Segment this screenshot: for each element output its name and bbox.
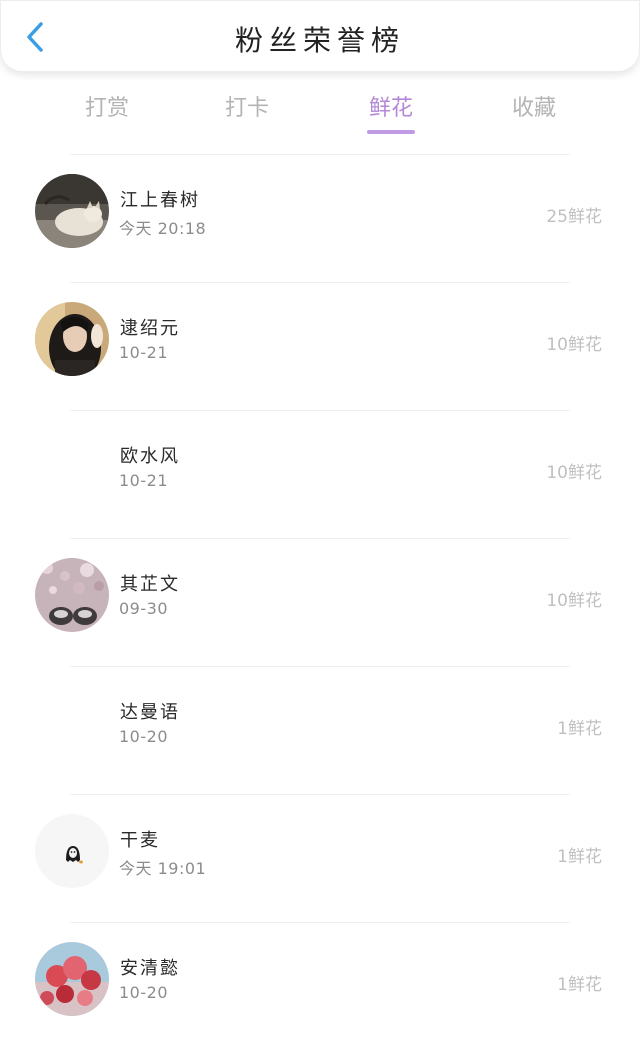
tab-checkin[interactable]: 打卡 [187, 90, 307, 122]
fan-name: 欧水风 [120, 446, 180, 467]
fan-name: 安清懿 [120, 958, 180, 979]
top-navigation-bar: 粉丝荣誉榜 [0, 0, 640, 72]
page-title: 粉丝荣誉榜 [234, 24, 405, 57]
cat-photo-image [35, 174, 109, 248]
balloons-photo-image [35, 942, 109, 1016]
fan-time: 10-21 [119, 471, 168, 490]
tab-flowers[interactable]: 鲜花 [331, 90, 451, 134]
list-item[interactable]: 逮绍元 10-21 10鲜花 [0, 282, 640, 410]
tab-tip[interactable]: 打赏 [47, 90, 167, 122]
fan-name: 逮绍元 [120, 318, 180, 339]
fan-name: 江上春树 [120, 190, 200, 211]
fan-time: 10-20 [119, 727, 168, 746]
fan-name: 其芷文 [120, 574, 180, 595]
avatar [35, 174, 109, 248]
tab-label: 鲜花 [368, 96, 413, 121]
avatar [35, 942, 109, 1016]
list-item[interactable]: 达曼语 10-20 1鲜花 [0, 666, 640, 794]
list-item[interactable]: 干麦 今天 19:01 1鲜花 [0, 794, 640, 922]
fan-name: 达曼语 [120, 702, 180, 723]
fan-time: 今天 20:18 [119, 219, 207, 238]
fan-time: 10-20 [119, 983, 168, 1002]
list-item[interactable]: 欧水风 10-21 10鲜花 [0, 410, 640, 538]
fan-time: 09-30 [119, 599, 168, 618]
tab-bar: 打赏 打卡 鲜花 收藏 [0, 82, 640, 142]
tab-label: 打卡 [224, 96, 269, 121]
list-item[interactable]: 安清懿 10-20 1鲜花 [0, 922, 640, 1050]
avatar [35, 302, 109, 376]
list-item[interactable]: 其芷文 09-30 10鲜花 [0, 538, 640, 666]
list-item[interactable]: 江上春树 今天 20:18 25鲜花 [0, 154, 640, 282]
blossom-shoes-photo-image [35, 558, 109, 632]
woman-photo-image [35, 302, 109, 376]
flower-count: 1鲜花 [557, 975, 602, 995]
avatar [35, 558, 109, 632]
flower-count: 25鲜花 [546, 207, 602, 227]
fan-time: 10-21 [119, 343, 168, 362]
ghost-illustration-image [35, 814, 109, 888]
avatar [35, 814, 109, 888]
fan-time: 今天 19:01 [119, 859, 207, 878]
flower-count: 1鲜花 [557, 847, 602, 867]
tab-label: 收藏 [511, 96, 556, 121]
fan-name: 干麦 [120, 830, 160, 851]
flower-count: 10鲜花 [546, 463, 602, 483]
tab-favorites[interactable]: 收藏 [474, 90, 594, 122]
active-tab-indicator [367, 130, 415, 134]
tab-label: 打赏 [84, 96, 129, 121]
flower-count: 10鲜花 [546, 591, 602, 611]
flower-count: 1鲜花 [557, 719, 602, 739]
flower-count: 10鲜花 [546, 335, 602, 355]
avatar [35, 430, 109, 504]
avatar [35, 686, 109, 760]
